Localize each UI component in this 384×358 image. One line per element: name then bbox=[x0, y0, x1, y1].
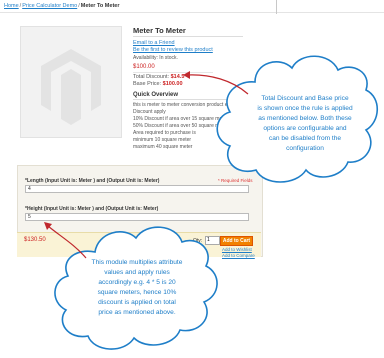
bottom-callout-line: discount is applied on total bbox=[98, 299, 176, 306]
bottom-callout-line: This module multiplies attribute bbox=[91, 259, 183, 266]
top-callout-line: Total Discount and Base price bbox=[261, 95, 349, 102]
bottom-callout-line: square meters, hence 10% bbox=[97, 289, 177, 296]
top-callout-line: as mentioned below. Both these bbox=[258, 115, 352, 122]
bottom-callout-line: price as mentioned above. bbox=[98, 309, 176, 316]
top-callout-line: can be disabled from the bbox=[268, 135, 342, 142]
bottom-callout-line: values and apply rules bbox=[104, 269, 170, 276]
top-callout-line: configuration bbox=[286, 145, 324, 152]
top-callout-text: Total Discount and Base price is shown o… bbox=[238, 94, 372, 154]
bottom-callout-text: This module multiplies attribute values … bbox=[70, 258, 204, 318]
top-callout-line: is shown once the rule is applied bbox=[257, 105, 353, 112]
top-callout-line: options are configurable and bbox=[263, 125, 347, 132]
product-page: Home/Price Calculator Demo/Meter To Mete… bbox=[0, 0, 384, 358]
bottom-callout-line: accordingly e.g. 4 * 5 is 20 bbox=[98, 279, 176, 286]
